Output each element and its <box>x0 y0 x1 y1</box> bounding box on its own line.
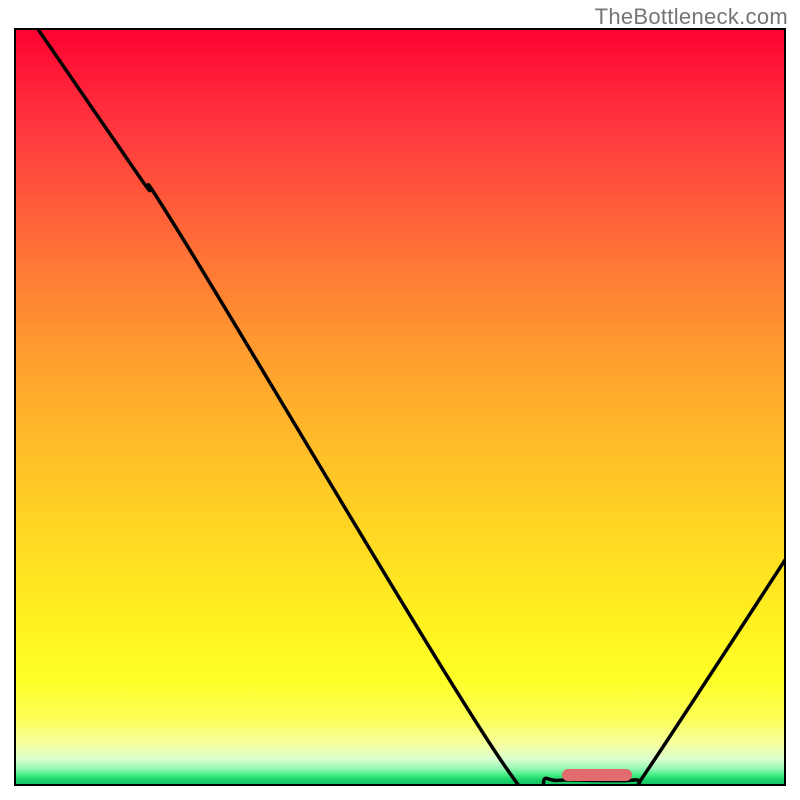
optimal-marker <box>562 769 631 781</box>
bottleneck-curve-svg <box>14 28 786 786</box>
watermark-text: TheBottleneck.com <box>595 4 788 30</box>
chart-frame <box>14 28 786 786</box>
bottleneck-curve <box>37 28 786 786</box>
